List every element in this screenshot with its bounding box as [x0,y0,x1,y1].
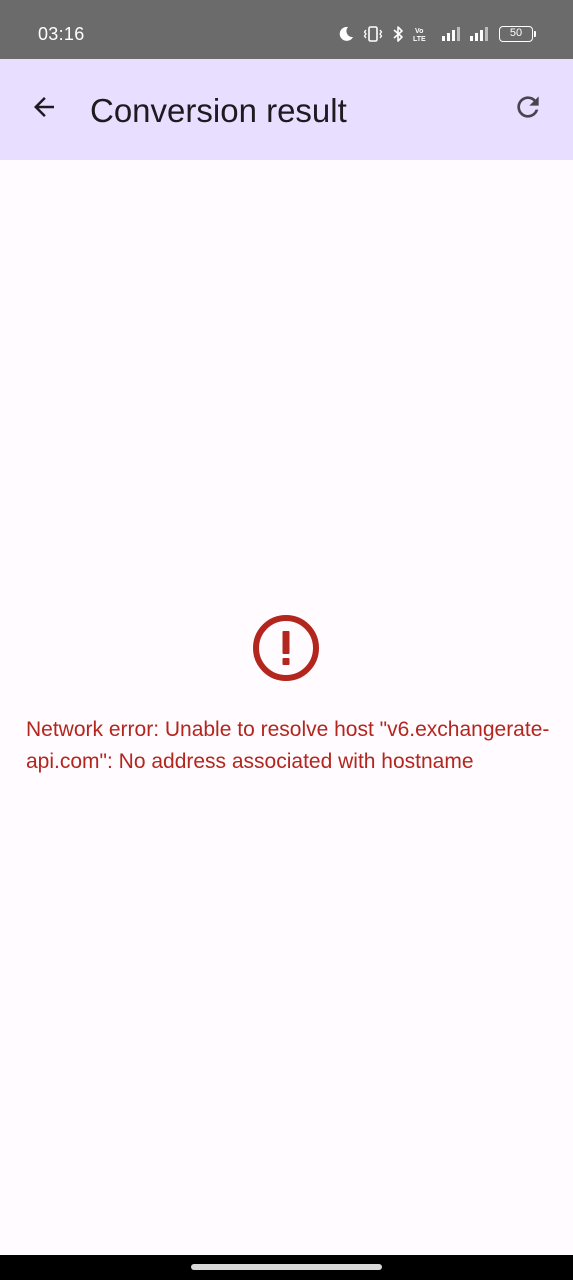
home-indicator[interactable] [191,1264,382,1270]
status-bar: 03:16 Vo LTE 50 [0,0,573,59]
moon-icon [337,25,355,43]
signal-icon [469,25,489,43]
volte-icon: Vo LTE [413,25,433,43]
arrow-left-icon [29,92,59,127]
navigation-bar [0,1255,573,1280]
svg-text:LTE: LTE [413,36,426,43]
battery-icon: 50 [499,26,536,42]
bluetooth-icon [391,25,405,43]
error-circle-icon [252,614,320,682]
refresh-icon [512,91,544,128]
vibrate-icon [363,25,383,43]
refresh-button[interactable] [504,85,552,133]
app-bar: Conversion result [0,59,573,160]
svg-text:Vo: Vo [415,28,423,35]
content-area: Network error: Unable to resolve host "v… [0,160,573,1255]
error-message: Network error: Unable to resolve host "v… [26,718,550,773]
page-title: Conversion result [90,92,347,129]
status-time: 03:16 [38,24,85,44]
status-icons: Vo LTE 50 [337,22,536,46]
back-button[interactable] [20,85,68,133]
signal-icon [441,25,461,43]
